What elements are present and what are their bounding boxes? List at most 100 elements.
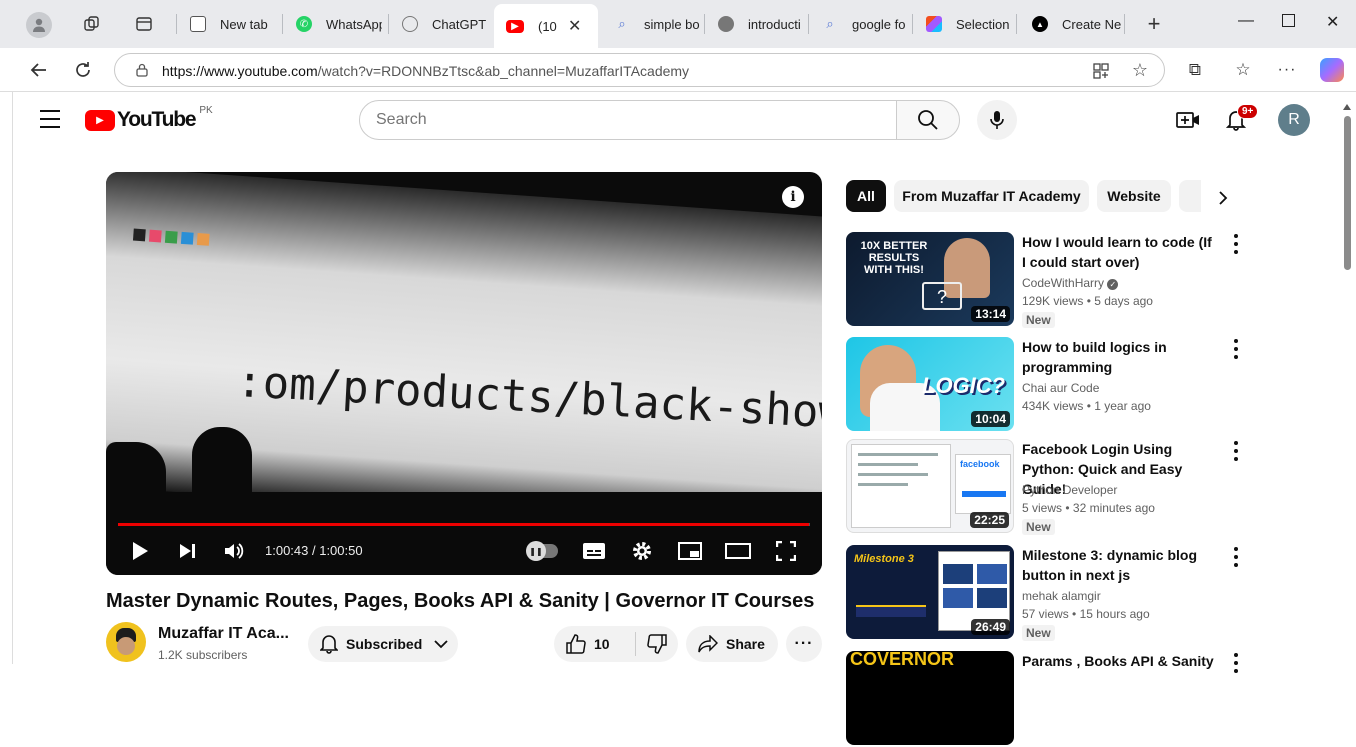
- chip-partial[interactable]: [1179, 180, 1201, 212]
- upload-age: 1 year ago: [1094, 399, 1151, 413]
- tab-label: introducti: [748, 16, 801, 32]
- thumbnail-text: facebook: [960, 459, 1000, 469]
- address-bar[interactable]: https://www.youtube.com/watch?v=RDONNBzT…: [114, 53, 1165, 87]
- next-button[interactable]: [176, 536, 200, 566]
- more-options-icon[interactable]: [1230, 234, 1242, 254]
- chip-from-channel[interactable]: From Muzaffar IT Academy: [894, 180, 1089, 212]
- tab-introduction[interactable]: introducti: [718, 4, 804, 44]
- progress-bar[interactable]: [118, 523, 809, 526]
- refresh-button[interactable]: [72, 59, 94, 81]
- theater-mode-button[interactable]: [724, 536, 752, 566]
- recommendation-item[interactable]: facebook 22:25 Facebook Login Using Pyth…: [846, 439, 1256, 535]
- notifications-button[interactable]: 9+: [1223, 104, 1259, 132]
- tab-chatgpt[interactable]: ChatGPT: [402, 4, 488, 44]
- video-thumbnail[interactable]: 10X BETTER RESULTS WITH THIS! ? 13:14: [846, 232, 1014, 326]
- tab-new-tab[interactable]: New tab: [190, 4, 278, 44]
- new-tab-button[interactable]: +: [1142, 11, 1166, 36]
- create-icon: [1176, 112, 1199, 128]
- miniplayer-button[interactable]: [676, 536, 704, 566]
- channel-avatar[interactable]: [106, 622, 146, 662]
- share-button[interactable]: Share: [686, 626, 778, 662]
- tab-youtube[interactable]: ▶ (10 ✕: [494, 4, 598, 48]
- video-duration: 22:25: [970, 512, 1009, 528]
- tab-create-ne[interactable]: ▲ Create Ne: [1032, 4, 1122, 44]
- recommendation-item[interactable]: Milestone 3 26:49 Milestone 3: dynamic b…: [846, 545, 1256, 641]
- recommendation-item[interactable]: 10X BETTER RESULTS WITH THIS! ? 13:14 Ho…: [846, 232, 1256, 328]
- close-window-button[interactable]: ✕: [1326, 12, 1339, 32]
- channel-name[interactable]: Python Developer: [1022, 483, 1117, 497]
- favorite-star-icon[interactable]: ☆: [1131, 60, 1149, 80]
- tab-whatsapp[interactable]: ✆ WhatsApp: [296, 4, 382, 44]
- channel-name[interactable]: mehak alamgir: [1022, 589, 1101, 603]
- more-options-icon[interactable]: [1230, 441, 1242, 461]
- volume-button[interactable]: [222, 536, 248, 566]
- app-available-icon[interactable]: [1092, 62, 1110, 80]
- channel-name[interactable]: Muzaffar IT Aca...: [158, 625, 289, 643]
- more-options-icon[interactable]: [1230, 653, 1242, 673]
- avatar[interactable]: R: [1278, 104, 1310, 136]
- site-info-icon[interactable]: [135, 63, 149, 77]
- fullscreen-button[interactable]: [772, 536, 800, 566]
- video-thumbnail[interactable]: LOGIC? 10:04: [846, 337, 1014, 431]
- view-count: 57 views: [1022, 607, 1069, 621]
- maximize-button[interactable]: [1282, 14, 1295, 27]
- video-title[interactable]: How to build logics in programming: [1022, 337, 1218, 377]
- video-title[interactable]: Milestone 3: dynamic blog button in next…: [1022, 545, 1218, 585]
- play-button[interactable]: [128, 536, 152, 566]
- back-button[interactable]: [28, 59, 50, 81]
- video-player[interactable]: :om/products/black-show i 1:00:43 / 1:00…: [106, 172, 822, 575]
- recommendation-item[interactable]: COVERNOR Params , Books API & Sanity: [846, 651, 1256, 747]
- profile-icon[interactable]: [26, 12, 52, 38]
- youtube-logo[interactable]: ▶ YouTube PK: [85, 105, 213, 131]
- more-actions-button[interactable]: ···: [786, 626, 822, 662]
- more-menu-icon[interactable]: ···: [1276, 59, 1298, 81]
- like-count: 10: [594, 636, 610, 652]
- view-count: 434K views: [1022, 399, 1084, 413]
- video-thumbnail[interactable]: Milestone 3 26:49: [846, 545, 1014, 639]
- chips-next-button[interactable]: [1209, 186, 1237, 210]
- search-button[interactable]: [896, 100, 960, 140]
- page-viewport: ▶ YouTube PK 9+ R :om/product: [12, 92, 1356, 745]
- autoplay-toggle[interactable]: ❚❚: [526, 536, 560, 566]
- like-button[interactable]: 10: [554, 632, 636, 656]
- menu-icon[interactable]: [39, 110, 61, 128]
- subtitles-button[interactable]: [580, 536, 608, 566]
- video-title[interactable]: Params , Books API & Sanity: [1022, 651, 1218, 671]
- tab-selection[interactable]: Selection: [926, 4, 1012, 44]
- scroll-up-arrow[interactable]: [1343, 104, 1351, 110]
- tab-simple-bo[interactable]: ⌕ simple bo: [614, 4, 700, 44]
- info-icon[interactable]: i: [782, 186, 804, 208]
- scroll-thumb[interactable]: [1344, 116, 1351, 270]
- channel-name[interactable]: CodeWithHarry ✓: [1022, 276, 1119, 290]
- tab-actions-icon[interactable]: [134, 14, 154, 34]
- channel-name[interactable]: Chai aur Code: [1022, 381, 1099, 395]
- copilot-icon[interactable]: [1320, 58, 1344, 82]
- voice-search-button[interactable]: [977, 100, 1017, 140]
- extensions-icon[interactable]: ⧉: [1184, 59, 1206, 81]
- more-options-icon[interactable]: [1230, 339, 1242, 359]
- tab-separator: [1016, 14, 1017, 34]
- more-options-icon[interactable]: [1230, 547, 1242, 567]
- video-thumbnail[interactable]: COVERNOR: [846, 651, 1014, 745]
- search-input[interactable]: [360, 101, 896, 139]
- favorites-icon[interactable]: ☆: [1232, 59, 1254, 81]
- chip-website[interactable]: Website: [1097, 180, 1171, 212]
- tab-google-fo[interactable]: ⌕ google fo: [822, 4, 908, 44]
- video-title[interactable]: How I would learn to code (If I could st…: [1022, 232, 1218, 272]
- dislike-button[interactable]: [636, 634, 678, 654]
- video-thumbnail[interactable]: facebook 22:25: [846, 439, 1014, 533]
- time-current: 1:00:43: [265, 543, 309, 558]
- settings-button[interactable]: [628, 536, 656, 566]
- avatar-letter: R: [1288, 111, 1300, 128]
- create-video-button[interactable]: [1175, 108, 1201, 132]
- minimize-button[interactable]: —: [1238, 12, 1254, 30]
- recommendation-item[interactable]: LOGIC? 10:04 How to build logics in prog…: [846, 337, 1256, 433]
- page-scrollbar[interactable]: [1342, 104, 1354, 664]
- close-tab-icon[interactable]: ✕: [568, 16, 581, 36]
- chip-all[interactable]: All: [846, 180, 886, 212]
- tab-label: simple bo: [644, 16, 700, 32]
- workspaces-icon[interactable]: [82, 14, 102, 34]
- chip-label: All: [857, 188, 875, 204]
- subscribed-button[interactable]: Subscribed: [308, 626, 458, 662]
- thumbnail-text: LOGIC?: [922, 373, 1006, 398]
